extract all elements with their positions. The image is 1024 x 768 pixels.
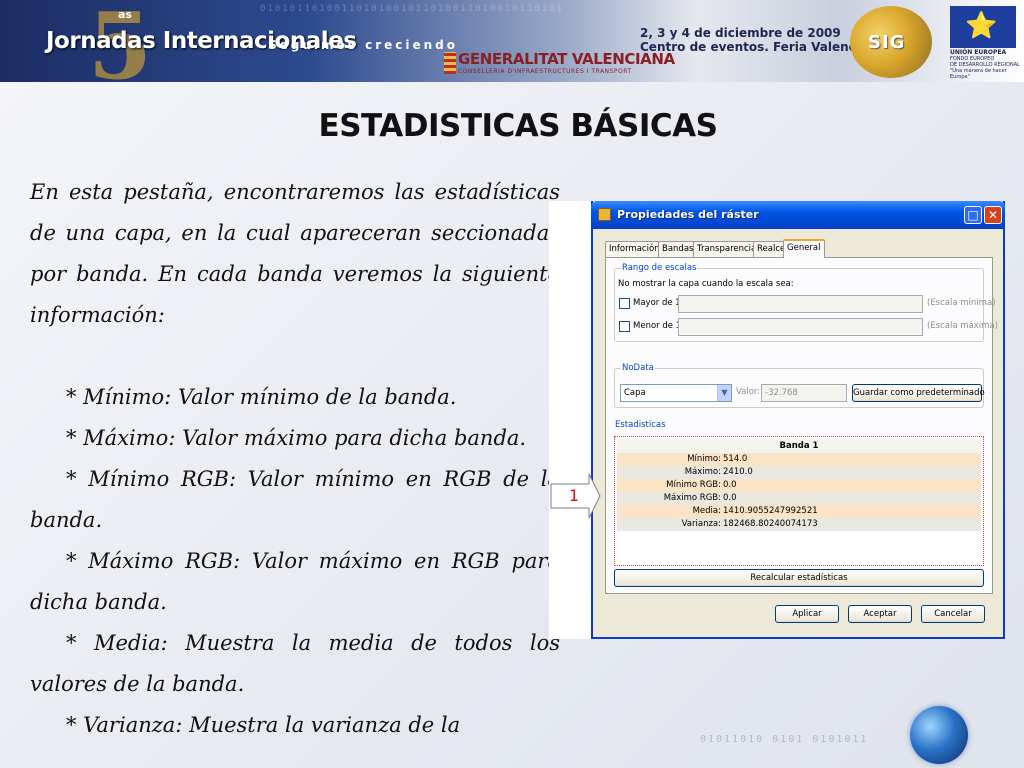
tab-transparencia[interactable]: Transparencia [693,241,761,257]
nodata-combo[interactable]: Capa ▼ [620,384,732,402]
tab-panel-general: Rango de escalas No mostrar la capa cuan… [605,257,998,594]
callout-number: 1 [568,486,580,505]
save-default-button[interactable]: Guardar como predeterminado [852,384,985,402]
event-dates: 2, 3 y 4 de diciembre de 2009 [640,26,841,40]
greater-than-label: Mayor de 1: [633,298,684,308]
stats-row-value: 514.0 [723,454,748,464]
stats-row-value: 0.0 [723,493,737,503]
gvsig-logo-text: SIG [868,32,906,53]
bullet-varianza: * Varianza: Muestra la varianza de la [66,713,461,737]
nodata-value-label: Valor: [736,387,761,397]
event-venue: Centro de eventos. Feria Valencia [640,40,868,54]
close-button[interactable]: ✕ [984,206,1002,224]
nodata-value-input[interactable]: -32.768 [761,384,847,402]
eu-slogan: "Una manera de hacer Europa" [950,68,1007,80]
statistics-table: Banda 1 Mínimo: 514.0 Máximo: 2410.0 Mín… [614,436,984,566]
band-header: Banda 1 [617,439,981,453]
statistics-label: Estadisticas [614,420,667,430]
max-scale-hint: (Escala máxima) [927,321,998,331]
bullet-minimo: * Mínimo: Valor mínimo de la banda. [66,385,457,409]
nodata-label: NoData [621,363,655,373]
stats-row: Media: 1410.9055247992521 [617,505,981,518]
slide-title: ESTADISTICAS BÁSICAS [318,108,718,144]
eu-flag-icon: ⭐ [950,6,1016,48]
intro-paragraph: En esta pestaña, encontraremos las estad… [30,180,560,327]
raster-properties-dialog: Propiedades del ráster □ ✕ Información B… [591,201,1005,639]
stats-row-value: 1410.9055247992521 [723,506,818,516]
eu-stars-icon: ⭐ [965,11,998,41]
sponsor-subtitle: CONSELLERIA D'INFRAESTRUCTURES I TRANSPO… [458,68,632,75]
stats-row-value: 182468.80240074173 [723,519,818,529]
nodata-combo-value: Capa [624,388,646,398]
greater-than-input[interactable] [678,295,923,313]
event-slogan: Seguimos creciendo [268,38,459,52]
less-than-checkbox[interactable] [619,321,630,332]
statistics-group: Estadisticas Banda 1 Mínimo: 514.0 Máxim… [614,420,984,588]
apply-button[interactable]: Aplicar [775,605,839,623]
footer-binary-decoration: 01011010 0101 0101011 [700,734,869,745]
stats-row-value: 2410.0 [723,467,753,477]
less-than-label: Menor de 1: [633,321,684,331]
accept-button[interactable]: Aceptar [848,605,912,623]
binary-decoration: 0101011010011010100101101001101001011010… [260,4,565,14]
stats-row-label: Máximo RGB: [663,493,721,503]
bullet-maximo: * Máximo: Valor máximo para dicha banda. [66,426,527,450]
cancel-button[interactable]: Cancelar [921,605,985,623]
stats-row-label: Mínimo RGB: [666,480,721,490]
min-scale-hint: (Escala mínima) [927,298,996,308]
stats-row: Máximo RGB: 0.0 [617,492,981,505]
maximize-button[interactable]: □ [964,206,982,224]
chevron-down-icon[interactable]: ▼ [717,385,731,401]
less-than-input[interactable] [678,318,923,336]
stats-row-value: 0.0 [723,480,737,490]
generalitat-emblem-icon [444,52,456,74]
greater-than-checkbox[interactable] [619,298,630,309]
scale-range-label: Rango de escalas [621,263,698,273]
dialog-title: Propiedades del ráster [617,208,759,221]
slide-body-text: En esta pestaña, encontraremos las estad… [30,172,560,746]
edition-ordinal: as [118,8,132,21]
bullet-minimo-rgb: * Mínimo RGB: Valor mínimo en RGB de la … [30,467,560,532]
stats-row: Máximo: 2410.0 [617,466,981,479]
bullet-media: * Media: Muestra la media de todos los v… [30,631,560,696]
stats-row: Mínimo RGB: 0.0 [617,479,981,492]
stats-row-label: Varianza: [681,519,721,529]
tab-informacion[interactable]: Información [605,241,664,257]
nodata-group: NoData Capa ▼ Valor: -32.768 Guardar com… [614,363,985,408]
dialog-titlebar[interactable]: Propiedades del ráster □ ✕ [591,201,1005,229]
scale-range-group: Rango de escalas No mostrar la capa cuan… [614,263,998,342]
header-banner: 0101011010011010100101101001101001011010… [0,0,1024,82]
recalculate-statistics-button[interactable]: Recalcular estadísticas [614,569,984,587]
callout-marker: 1 [549,472,601,520]
tab-general[interactable]: General [783,239,825,258]
window-app-icon [598,208,611,221]
stats-row: Mínimo: 514.0 [617,453,981,466]
globe-icon [910,706,968,764]
stats-row-label: Media: [692,506,721,516]
scale-hint: No mostrar la capa cuando la escala sea: [618,279,794,289]
stats-row-label: Máximo: [684,467,721,477]
event-date-venue: 2, 3 y 4 de diciembre de 2009 Centro de … [640,26,868,54]
eu-name: UNIÓN EUROPEA [950,49,1007,56]
stats-row: Varianza: 182468.80240074173 [617,518,981,531]
stats-row-label: Mínimo: [687,454,721,464]
tab-bandas[interactable]: Bandas [658,241,698,257]
bullet-maximo-rgb: * Máximo RGB: Valor máximo en RGB para d… [30,549,560,614]
eu-caption: UNIÓN EUROPEA FONDO EUROPEO DE DESARROLL… [950,49,1020,81]
gvsig-logo: SIG [850,6,932,78]
